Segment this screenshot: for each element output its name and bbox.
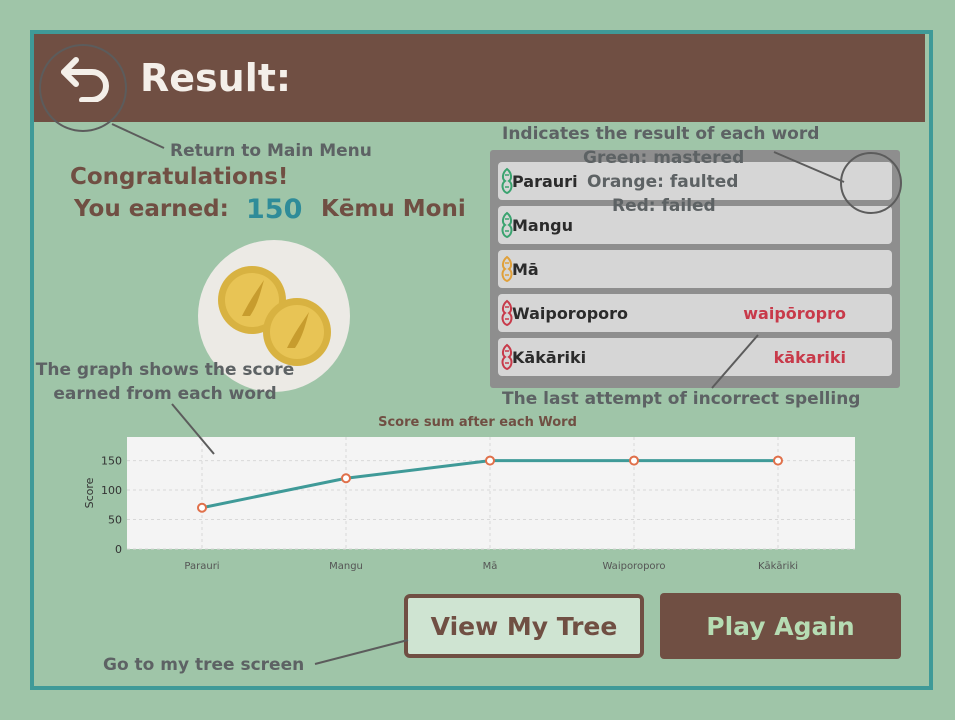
x-tick-label: Mangu [329, 561, 363, 572]
x-tick-label: Kākāriki [758, 561, 798, 572]
play-again-button[interactable]: Play Again [660, 593, 901, 659]
y-tick-label: 0 [115, 543, 122, 556]
x-tick-label: Waiporoporo [602, 561, 665, 572]
x-tick-label: Parauri [184, 561, 219, 572]
y-tick-label: 100 [101, 484, 122, 497]
score-point [773, 455, 783, 466]
y-tick-label: 150 [101, 455, 122, 468]
x-tick-label: Mā [483, 561, 498, 572]
score-point [197, 502, 207, 513]
y-axis-label: Score [83, 477, 96, 508]
y-tick-label: 50 [108, 514, 122, 527]
score-point [485, 455, 495, 466]
annotation-tree: Go to my tree screen [103, 655, 305, 675]
view-tree-button[interactable]: View My Tree [404, 594, 644, 658]
chart-plot-area [127, 437, 855, 549]
score-point [341, 473, 351, 484]
score-point [629, 455, 639, 466]
